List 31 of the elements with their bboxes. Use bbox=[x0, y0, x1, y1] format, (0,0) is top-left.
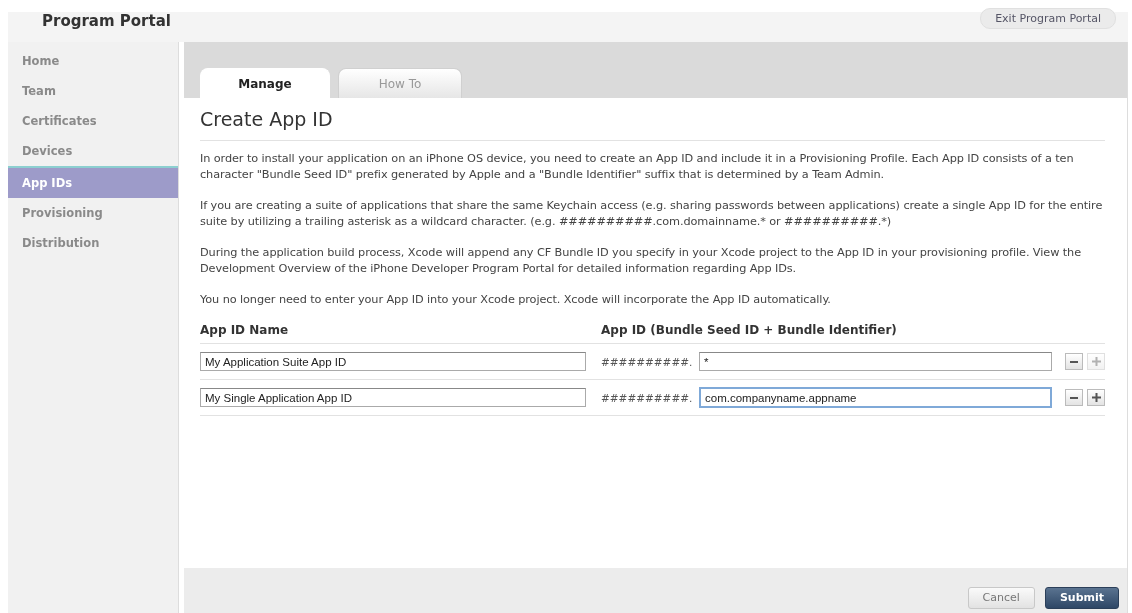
plus-icon bbox=[1091, 393, 1101, 402]
bundle-identifier-field[interactable]: com.companyname.appname bbox=[699, 387, 1052, 408]
plus-icon bbox=[1091, 357, 1101, 366]
tab[interactable]: How To bbox=[338, 68, 462, 98]
sidebar-item[interactable]: Provisioning bbox=[8, 198, 178, 228]
sidebar-item[interactable]: Distribution bbox=[8, 228, 178, 258]
cancel-button[interactable]: Cancel bbox=[967, 586, 1035, 609]
paragraph: You no longer need to enter your App ID into your Xcode project. Xcode will incorporate the App ID automatically. bbox=[200, 292, 832, 308]
add-row-button[interactable] bbox=[1087, 389, 1105, 406]
sidebar-item[interactable]: Team bbox=[8, 76, 178, 106]
column-heading: App ID Name bbox=[200, 323, 290, 337]
paragraph: If you are creating a suite of applications that share the same Keychain access (e.g. sharing passwords between applications) create a single App ID for the entire suite by utilizing a trailing asterisk as a wildcard character. (e.g. ##########.com.domainname.* or ##########.*) bbox=[200, 198, 1104, 230]
exit-portal-button[interactable]: Exit Program Portal bbox=[980, 7, 1116, 29]
sidebar-item[interactable]: Home bbox=[8, 46, 178, 76]
seed-id-prefix: ##########. bbox=[601, 355, 694, 368]
paragraph: In order to install your application on an iPhone OS device, you need to create an App ID and include it in a Provisioning Profile. Each App ID consists of a ten character "Bundle Seed ID" prefix generated by Apple and a "Bundle Identifier" suffix that is determined by a Team Admin. bbox=[200, 151, 1075, 183]
submit-button[interactable]: Submit bbox=[1044, 586, 1119, 609]
app-id-name-field[interactable]: My Application Suite App ID bbox=[200, 352, 586, 371]
sidebar-item[interactable]: Certificates bbox=[8, 106, 178, 136]
seed-id-prefix: ##########. bbox=[601, 391, 694, 404]
tab[interactable]: Manage bbox=[200, 68, 330, 98]
portal-title: Program Portal bbox=[42, 12, 171, 30]
column-heading: App ID (Bundle Seed ID + Bundle Identifier) bbox=[601, 323, 898, 337]
remove-row-button[interactable] bbox=[1065, 389, 1083, 406]
paragraph: During the application build process, Xcode will append any CF Bundle ID you specify in your Xcode project to the App ID in your provisioning profile. View the Development Overview of the iPhone Developer Program Portal for detailed information regarding App IDs. bbox=[200, 245, 1082, 277]
remove-row-button[interactable] bbox=[1065, 353, 1083, 370]
page-heading: Create App ID bbox=[200, 108, 1105, 141]
sidebar-item[interactable]: App IDs bbox=[8, 166, 178, 198]
app-id-name-field[interactable]: My Single Application App ID bbox=[200, 388, 586, 407]
bundle-identifier-field[interactable]: * bbox=[699, 352, 1052, 371]
sidebar-item[interactable]: Devices bbox=[8, 136, 178, 166]
